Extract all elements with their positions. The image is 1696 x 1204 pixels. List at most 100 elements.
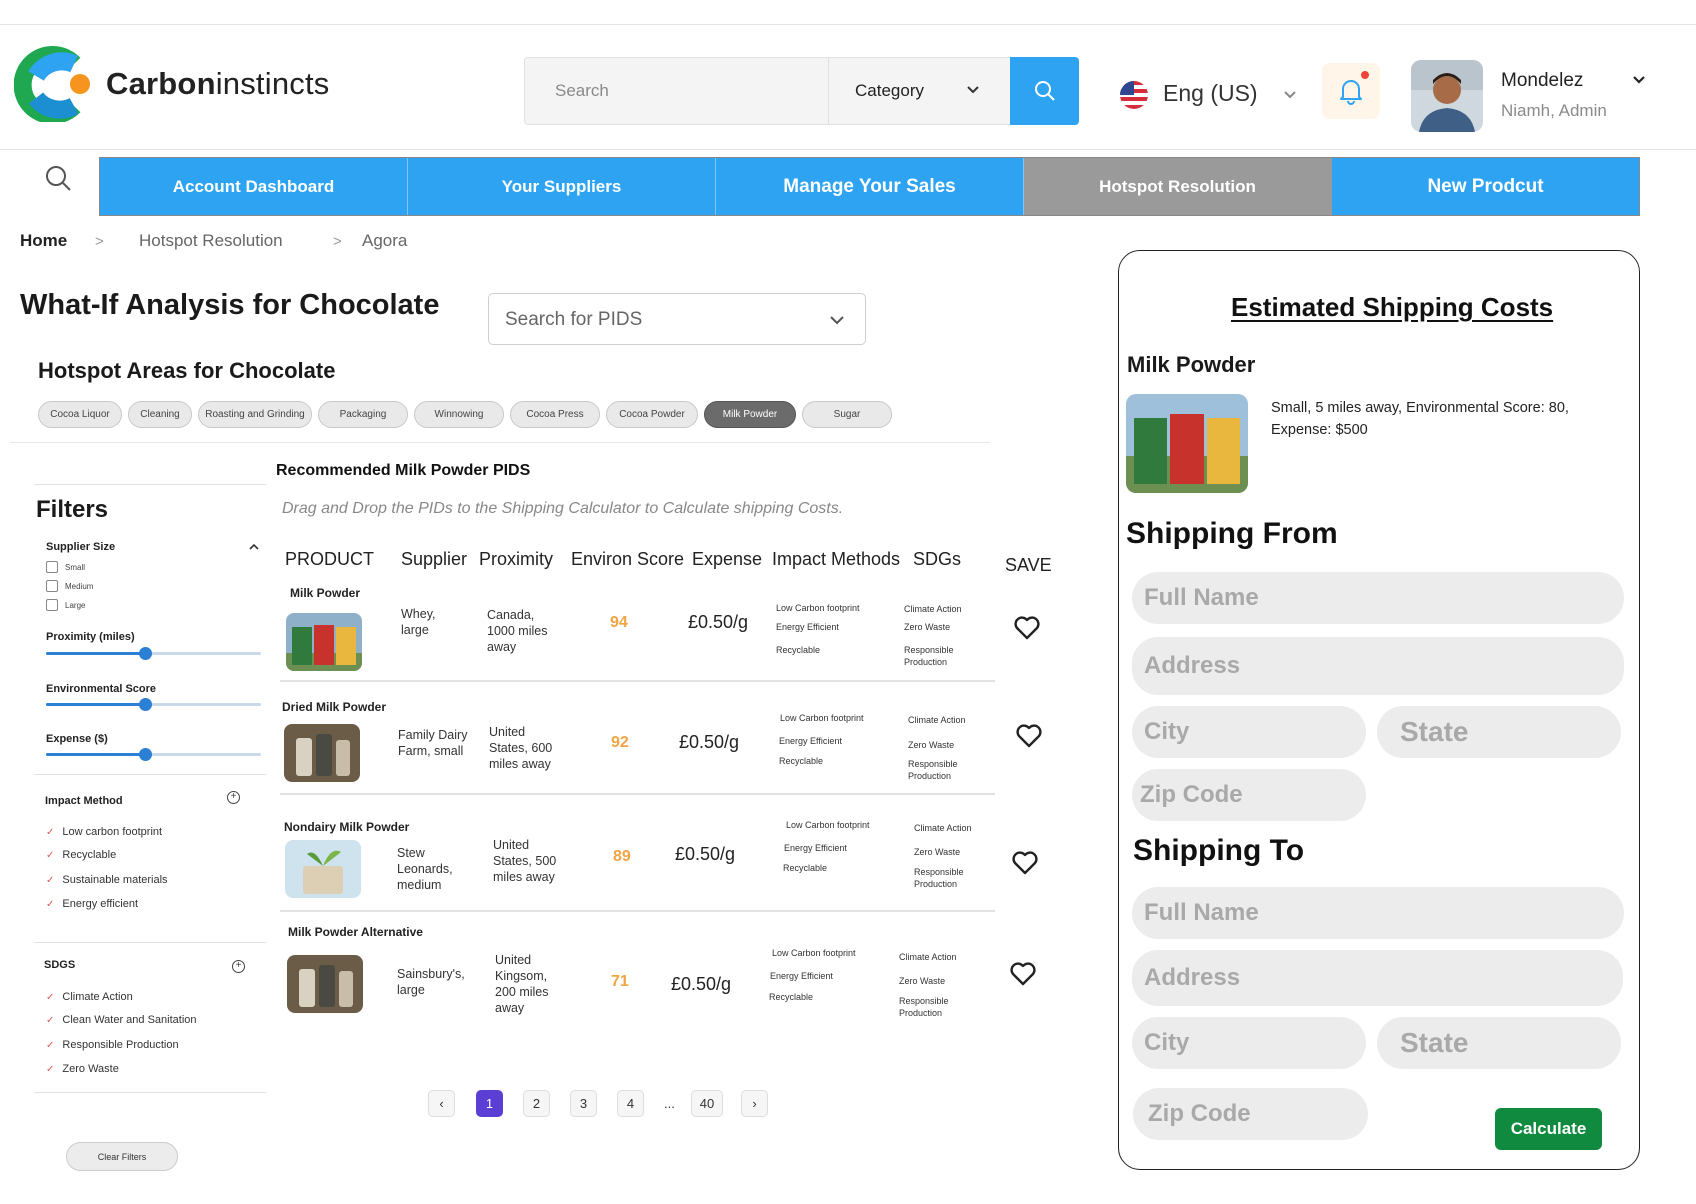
pid-search-dropdown[interactable]: Search for PIDS [488,293,866,345]
chip-cocoa-powder[interactable]: Cocoa Powder [606,401,698,428]
pagination-prev[interactable]: ‹ [428,1090,455,1117]
logo-text[interactable]: Carboninstincts [106,66,330,102]
to-full-name-field[interactable] [1132,887,1624,939]
pagination-page[interactable]: 1 [476,1090,503,1117]
impact-item[interactable]: ✓ Sustainable materials [46,874,168,886]
pagination-page[interactable]: 40 [691,1090,723,1117]
pagination-ellipsis: ... [664,1096,675,1111]
checkbox-small[interactable] [46,561,58,573]
tab-manage-your-sales[interactable]: Manage Your Sales [716,158,1024,215]
from-zip-field[interactable] [1132,769,1366,821]
pagination-page[interactable]: 4 [617,1090,644,1117]
sdg-item[interactable]: ✓ Responsible Production [46,1039,179,1051]
env-score-slider-handle[interactable] [138,698,152,711]
pagination-page[interactable]: 3 [570,1090,597,1117]
search-divider [828,58,829,124]
breadcrumb-hotspot-resolution[interactable]: Hotspot Resolution [139,231,283,251]
search-input[interactable] [525,58,827,124]
proximity-slider[interactable] [46,647,261,660]
chip-cocoa-press[interactable]: Cocoa Press [510,401,600,428]
impact-item[interactable]: ✓ Low carbon footprint [46,826,162,838]
to-address-field[interactable] [1132,950,1623,1006]
proximity-slider-handle[interactable] [138,647,152,660]
breadcrumb-agora[interactable]: Agora [362,231,407,251]
chip-winnowing[interactable]: Winnowing [414,401,504,428]
chip-packaging[interactable]: Packaging [318,401,408,428]
header-supplier: Supplier [401,549,468,569]
sdgs-label: SDGS [44,959,76,971]
avatar[interactable] [1411,60,1483,132]
chevron-down-icon[interactable] [965,78,981,102]
chip-cocoa-liquor[interactable]: Cocoa Liquor [38,401,122,428]
row-divider [280,910,995,912]
expand-icon[interactable]: + [232,960,245,973]
tab-account-dashboard[interactable]: Account Dashboard [100,158,408,215]
pagination-next[interactable]: › [741,1090,768,1117]
chip-sugar[interactable]: Sugar [802,401,892,428]
clear-filters-button[interactable]: Clear Filters [66,1142,178,1171]
tab-hotspot-resolution[interactable]: Hotspot Resolution [1024,158,1332,215]
search-button[interactable] [1010,57,1079,125]
product-image[interactable] [285,840,361,898]
expense-slider-handle[interactable] [138,748,152,761]
expense-slider[interactable] [46,748,261,761]
header-product: PRODUCT [285,549,374,569]
us-flag-icon[interactable] [1120,81,1148,109]
notification-button[interactable] [1322,63,1380,119]
category-dropdown[interactable]: Category [855,81,924,101]
search-icon[interactable] [44,164,72,192]
pagination-page[interactable]: 2 [523,1090,550,1117]
product-image[interactable] [287,955,363,1013]
chevron-right-icon: > [333,233,342,250]
chevron-down-icon[interactable] [1282,86,1298,102]
sdg-item[interactable]: ✓ Zero Waste [46,1063,119,1075]
from-full-name-field[interactable] [1132,572,1624,624]
tab-your-suppliers[interactable]: Your Suppliers [408,158,716,215]
sdg-line: Responsible Production [899,996,949,1018]
checkbox-large[interactable] [46,599,58,611]
logo-icon[interactable] [13,46,92,124]
calculate-button[interactable]: Calculate [1495,1108,1602,1150]
expand-icon[interactable]: + [227,791,240,804]
to-city-field[interactable] [1132,1017,1366,1069]
sdg-line: Climate Action [914,823,972,833]
impact-item[interactable]: ✓ Recyclable [46,849,116,861]
impact-line: Low Carbon footprint [780,713,864,723]
heart-icon[interactable] [1013,615,1041,641]
pid-search-placeholder: Search for PIDS [505,309,643,330]
supplier-cell: Whey, large [401,607,436,637]
impact-line: Energy Efficient [776,622,839,632]
user-role: Niamh, Admin [1501,101,1607,120]
user-name[interactable]: Mondelez [1501,70,1583,92]
shipping-item-description: Small, 5 miles away, Environmental Score… [1271,400,1569,438]
from-state-field[interactable] [1377,706,1621,758]
sdg-item[interactable]: ✓ Clean Water and Sanitation [46,1014,197,1026]
header-sdgs: SDGs [913,549,962,569]
chip-roasting-grinding[interactable]: Roasting and Grinding [198,401,312,428]
heart-icon[interactable] [1009,961,1037,987]
chip-milk-powder[interactable]: Milk Powder [704,401,796,428]
to-zip-field[interactable] [1133,1088,1368,1140]
checkbox-medium[interactable] [46,580,58,592]
proximity-cell: United States, 500 miles away [493,838,557,884]
tab-new-product[interactable]: New Prodcut [1332,158,1639,215]
check-icon: ✓ [46,899,55,910]
chevron-down-icon[interactable] [1631,72,1647,88]
from-city-field[interactable] [1132,706,1366,758]
chevron-right-icon: > [95,233,104,250]
from-address-field[interactable] [1132,637,1624,695]
heart-icon[interactable] [1011,850,1039,876]
language-selector[interactable]: Eng (US) [1163,80,1258,107]
to-state-field[interactable] [1377,1017,1621,1069]
breadcrumb-home[interactable]: Home [20,231,67,251]
heart-icon[interactable] [1015,723,1043,749]
sdg-item[interactable]: ✓ Climate Action [46,991,133,1003]
impact-item[interactable]: ✓ Energy efficient [46,898,138,910]
sdg-line: Climate Action [904,604,962,614]
chevron-up-icon[interactable] [248,542,260,552]
product-image[interactable] [286,613,362,671]
product-image[interactable] [284,724,360,782]
header-impact-methods: Impact Methods [772,549,901,569]
env-score-slider[interactable] [46,698,261,711]
chip-cleaning[interactable]: Cleaning [128,401,192,428]
